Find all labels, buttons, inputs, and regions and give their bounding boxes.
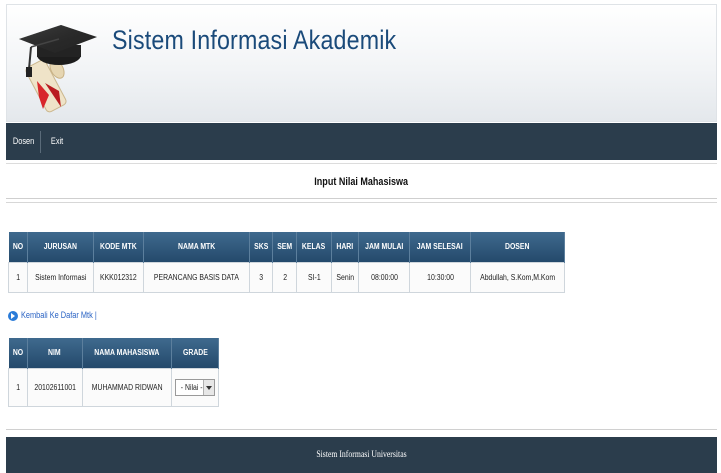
column-header: DOSEN [470,232,565,262]
nav-item-exit[interactable]: Exit [46,123,68,160]
app-title: Sistem Informasi Akademik [112,25,397,55]
table-row: 1 Sistem Informasi KKK012312 PERANCANG B… [8,261,565,293]
table-cell: 1 [8,367,28,407]
table-cell: Senin [330,261,360,293]
table-cell: Sistem Informasi [26,261,95,293]
table-header-row: NO NIM NAMA MAHASISWA GRADE [8,338,220,368]
column-header: JAM MULAI [358,232,411,262]
chevron-down-icon[interactable] [203,379,215,395]
column-header: NAMA MAHASISWA [82,338,173,368]
column-header: NO [8,232,28,262]
column-header: SEM [272,232,298,262]
footer-text: Sistem Informasi Universitas [316,449,407,459]
back-to-course-list-link[interactable]: Kembali Ke Dafar Mtk | [8,308,113,322]
arrow-circle-icon [8,310,18,321]
table-row: 1 20102611001 MUHAMMAD RIDWAN - Nilai - [8,367,220,407]
app-header: Sistem Informasi Akademik [6,4,717,122]
column-header: NO [8,338,28,368]
column-header: JURUSAN [27,232,95,262]
nav-separator [40,131,41,153]
column-header: GRADE [171,338,220,368]
table-cell: KKK012312 [93,261,144,293]
table-cell: 3 [248,261,274,293]
page-title-bar: Input Nilai Mahasiswa [6,163,717,199]
table-cell: 20102611001 [26,367,83,407]
table-cell: MUHAMMAD RIDWAN [81,367,173,407]
table-cell: Abdullah, S.Kom,M.Kom [469,261,565,293]
column-header: SKS [249,232,274,262]
table-cell: PERANCANG BASIS DATA [142,261,250,293]
table-cell: 10:30:00 [409,261,471,293]
column-header: NIM [27,338,83,368]
course-table: NO JURUSAN KODE MTK NAMA MTK SKS SEM KEL… [8,232,565,293]
column-header: HARI [331,232,360,262]
student-grade-table: NO NIM NAMA MAHASISWA GRADE 1 2010261100… [8,338,220,407]
graduation-cap-logo-icon [19,25,97,113]
table-cell: 1 [8,261,28,293]
table-cell: SI-1 [296,261,332,293]
column-header: KODE MTK [93,232,144,262]
page-title: Input Nilai Mahasiswa [314,176,409,188]
column-header: JAM SELESAI [409,232,471,262]
divider [6,429,717,430]
table-cell: - Nilai - [171,367,220,407]
top-navbar: Dosen Exit [6,123,717,160]
table-header-row: NO JURUSAN KODE MTK NAMA MTK SKS SEM KEL… [8,232,565,262]
column-header: NAMA MTK [143,232,250,262]
table-cell: 2 [272,261,298,293]
nav-item-dosen[interactable]: Dosen [8,123,39,160]
divider [6,202,717,203]
table-cell: 08:00:00 [358,261,411,293]
column-header: KELAS [296,232,332,262]
footer: Sistem Informasi Universitas [6,437,717,473]
grade-select[interactable]: - Nilai - [175,378,216,396]
